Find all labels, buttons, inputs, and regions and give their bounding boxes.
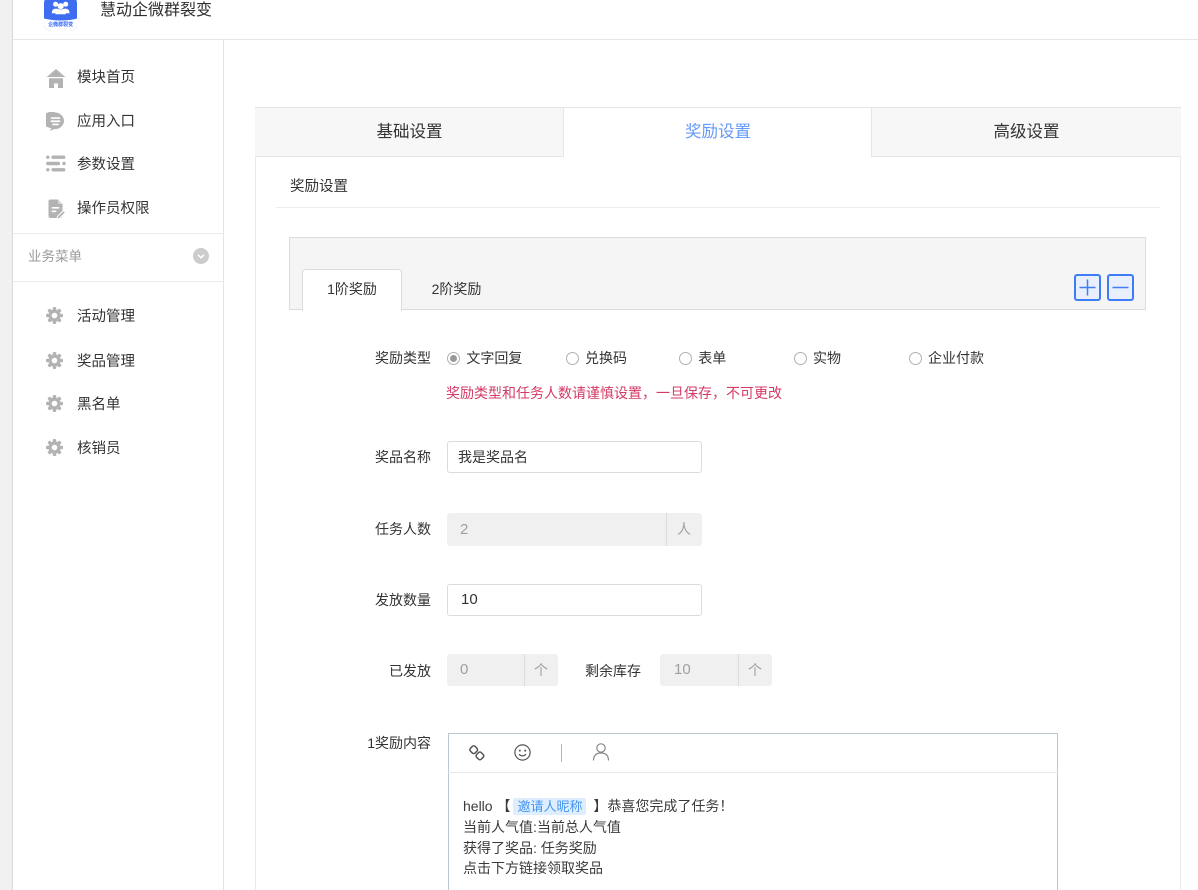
svg-text:企微群裂变: 企微群裂变 bbox=[47, 21, 73, 28]
